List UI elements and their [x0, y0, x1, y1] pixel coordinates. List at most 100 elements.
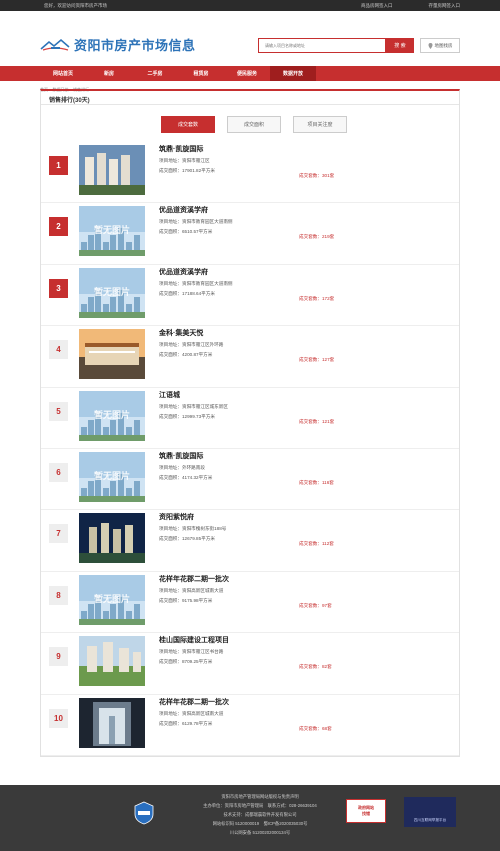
rank-badge: 9: [49, 647, 68, 667]
project-name[interactable]: 桂山国际建设工程项目: [159, 635, 449, 645]
report-platform-badge[interactable]: 四川互联网举报平台: [404, 797, 456, 827]
site-logo[interactable]: 资阳市房产市场信息: [40, 35, 196, 54]
project-info: 筑鼎·凯旋国际 项目地址：资阳市雁江区 成交面积：17901.82平方米 成交套…: [159, 144, 449, 178]
tab-sales-count[interactable]: 成交套数: [161, 116, 215, 133]
project-info: 资阳紫悦府 项目地址：资阳市槐树东街188号 成交面积：12679.85平方米 …: [159, 512, 449, 546]
project-thumbnail[interactable]: 暂无图片: [79, 206, 145, 257]
ranking-row[interactable]: 4 金科·集美天悦 项目地址：资阳市雁江区外环路 成交面积：4200.87平方米…: [41, 326, 459, 388]
project-info: 优品道资溪学府 项目地址：资阳市教育园区大道南侧 成交面积：6510.57平方米…: [159, 205, 449, 239]
map-search-button[interactable]: 地图找房: [420, 38, 460, 53]
nav-new-house[interactable]: 新房: [86, 66, 132, 81]
project-sales: 成交套数：116套: [299, 479, 334, 485]
project-name[interactable]: 筑鼎·凯旋国际: [159, 451, 449, 461]
footer-copyright[interactable]: 资阳市房地产管理局网站版权与免责声明: [180, 792, 340, 801]
rank-badge: 5: [49, 401, 68, 421]
search-input[interactable]: [258, 38, 386, 53]
ranking-row[interactable]: 7 资阳紫悦府 项目地址：资阳市槐树东街188号 成交面积：12679.85平方…: [41, 510, 459, 572]
nav-home[interactable]: 网站首页: [40, 66, 86, 81]
sales-ranking-panel: 销售排行(30天) 成交套数 成交面积 项目关注度 1 筑鼎·凯旋国际 项目地址…: [40, 89, 460, 757]
top-bar: 您好，欢迎访问资阳市房产市场 商品房网签入口 存量房网签入口: [0, 0, 500, 11]
rank-badge: 4: [49, 340, 68, 360]
report-platform-label: 四川互联网举报平台: [413, 818, 447, 822]
project-address: 项目地址：资阳高新区城南大道: [159, 710, 224, 716]
project-name[interactable]: 花样年花郡二期一批次: [159, 697, 449, 707]
report-error-badge[interactable]: 政府网站 找错: [346, 799, 386, 823]
footer-police[interactable]: 川公网安备 51200202000134号: [180, 828, 340, 837]
ranking-row[interactable]: 10 花样年花郡二期一批次 项目地址：资阳高新区城南大道 成交面积：6129.7…: [41, 695, 459, 756]
project-name[interactable]: 江语城: [159, 390, 449, 400]
nav-services[interactable]: 便民服务: [224, 66, 270, 81]
project-address: 项目地址：资阳市雁江区: [159, 158, 210, 163]
project-sales: 成交套数：121套: [299, 418, 335, 424]
nav-open-data[interactable]: 数据开放: [270, 66, 316, 81]
ranking-row[interactable]: 3 暂无图片 优品道资溪学府 项目地址：资阳市教育园区大道南侧 成交面积：171…: [41, 265, 459, 327]
ranking-tabs: 成交套数 成交面积 项目关注度: [161, 116, 347, 133]
project-thumbnail[interactable]: 暂无图片: [79, 451, 145, 502]
project-thumbnail[interactable]: 暂无图片: [79, 574, 145, 625]
project-sales: 成交套数：112套: [299, 541, 334, 547]
rank-badge: 7: [49, 524, 68, 544]
project-sales: 成交套数：219套: [299, 234, 335, 240]
project-address: 项目地址：资阳市教育园区大道南侧: [159, 280, 233, 286]
report-badge-bottom: 找错: [362, 811, 370, 816]
footer-host: 主办单位：资阳市房地产管理局 联系方式：028-26639104: [203, 803, 317, 808]
project-address: 项目地址：资阳市雁江区外环路: [159, 342, 224, 348]
footer: 资阳市房地产管理局网站版权与免责声明 主办单位：资阳市房地产管理局 联系方式：0…: [0, 785, 500, 851]
rank-badge: 10: [49, 708, 68, 728]
site-title: 资阳市房产市场信息: [74, 38, 196, 53]
project-sales: 成交套数：97套: [299, 602, 332, 608]
svg-text:暂无图片: 暂无图片: [94, 224, 130, 235]
tab-attention[interactable]: 项目关注度: [293, 116, 347, 133]
project-info: 优品道资溪学府 项目地址：资阳市教育园区大道南侧 成交面积：17188.64平方…: [159, 267, 449, 301]
header: 资阳市房产市场信息 搜 索 地图找房: [0, 11, 500, 55]
project-info: 金科·集美天悦 项目地址：资阳市雁江区外环路 成交面积：4200.87平方米 成…: [159, 328, 449, 362]
panel-title: 销售排行(30天): [41, 91, 459, 105]
project-address: 项目地址：资阳市雁江区城东新区: [159, 403, 228, 409]
tab-sales-area[interactable]: 成交面积: [227, 116, 281, 133]
project-sales: 成交套数：82套: [299, 664, 332, 670]
project-address: 项目地址：资阳高新区城南大道: [159, 587, 224, 593]
project-name[interactable]: 金科·集美天悦: [159, 328, 449, 338]
nav-second-hand[interactable]: 二手房: [132, 66, 178, 81]
ranking-row[interactable]: 8 暂无图片 花样年花郡二期一批次 项目地址：资阳高新区城南大道 成交面积：91…: [41, 572, 459, 634]
project-thumbnail[interactable]: [79, 145, 145, 195]
project-thumbnail[interactable]: [79, 513, 145, 564]
project-info: 筑鼎·凯旋国际 项目地址：外环路南段 成交面积：4174.32平方米 成交套数：…: [159, 451, 449, 485]
svg-text:暂无图片: 暂无图片: [94, 286, 130, 297]
rank-badge: 1: [49, 156, 68, 175]
nav-rental[interactable]: 租赁房: [178, 66, 224, 81]
project-name[interactable]: 花样年花郡二期一批次: [159, 574, 449, 584]
project-thumbnail[interactable]: [79, 697, 145, 748]
ranking-row[interactable]: 9 桂山国际建设工程项目 项目地址：资阳市雁江区书台路 成交面积：8709.25…: [41, 633, 459, 695]
project-name[interactable]: 优品道资溪学府: [159, 205, 449, 215]
project-sales: 成交套数：172套: [299, 295, 335, 301]
project-address: 项目地址：资阳市雁江区书台路: [159, 649, 224, 655]
ranking-row[interactable]: 2 暂无图片 优品道资溪学府 项目地址：资阳市教育园区大道南侧 成交面积：651…: [41, 203, 459, 265]
ranking-row[interactable]: 5 暂无图片 江语城 项目地址：资阳市雁江区城东新区 成交面积：12999.73…: [41, 388, 459, 449]
existing-house-sign-link[interactable]: 存量房网签入口: [429, 3, 461, 9]
project-sales: 成交套数：68套: [299, 725, 332, 731]
greeting-text: 您好，欢迎访问资阳市房产市场: [44, 2, 107, 8]
project-thumbnail[interactable]: [79, 329, 145, 380]
ranking-row[interactable]: 1 筑鼎·凯旋国际 项目地址：资阳市雁江区 成交面积：17901.82平方米 成…: [41, 142, 459, 204]
main-nav: 网站首页 新房 二手房 租赁房 便民服务 数据开放: [0, 66, 500, 81]
project-thumbnail[interactable]: 暂无图片: [79, 390, 145, 441]
project-thumbnail[interactable]: [79, 636, 145, 687]
project-info: 花样年花郡二期一批次 项目地址：资阳高新区城南大道 成交面积：6129.78平方…: [159, 697, 449, 731]
map-pin-icon: [428, 42, 432, 49]
project-name[interactable]: 优品道资溪学府: [159, 267, 449, 277]
logo-icon: [40, 38, 70, 51]
project-name[interactable]: 资阳紫悦府: [159, 512, 449, 522]
svg-text:暂无图片: 暂无图片: [94, 593, 130, 604]
gov-badge-icon[interactable]: [134, 801, 154, 825]
project-name[interactable]: 筑鼎·凯旋国际: [159, 144, 449, 154]
project-info: 花样年花郡二期一批次 项目地址：资阳高新区城南大道 成交面积：9175.98平方…: [159, 574, 449, 608]
project-thumbnail[interactable]: 暂无图片: [79, 267, 145, 318]
ranking-row[interactable]: 6 暂无图片 筑鼎·凯旋国际 项目地址：外环路南段 成交面积：4174.32平方…: [41, 449, 459, 511]
project-address: 项目地址：外环路南段: [159, 464, 205, 470]
project-address: 项目地址：资阳市教育园区大道南侧: [159, 219, 233, 225]
search-button[interactable]: 搜 索: [386, 38, 414, 53]
new-house-sign-link[interactable]: 商品房网签入口: [361, 3, 393, 9]
footer-icp[interactable]: 网站标识码 5120000019 蜀ICP备2020035030号: [180, 819, 340, 828]
svg-text:暂无图片: 暂无图片: [94, 409, 130, 420]
